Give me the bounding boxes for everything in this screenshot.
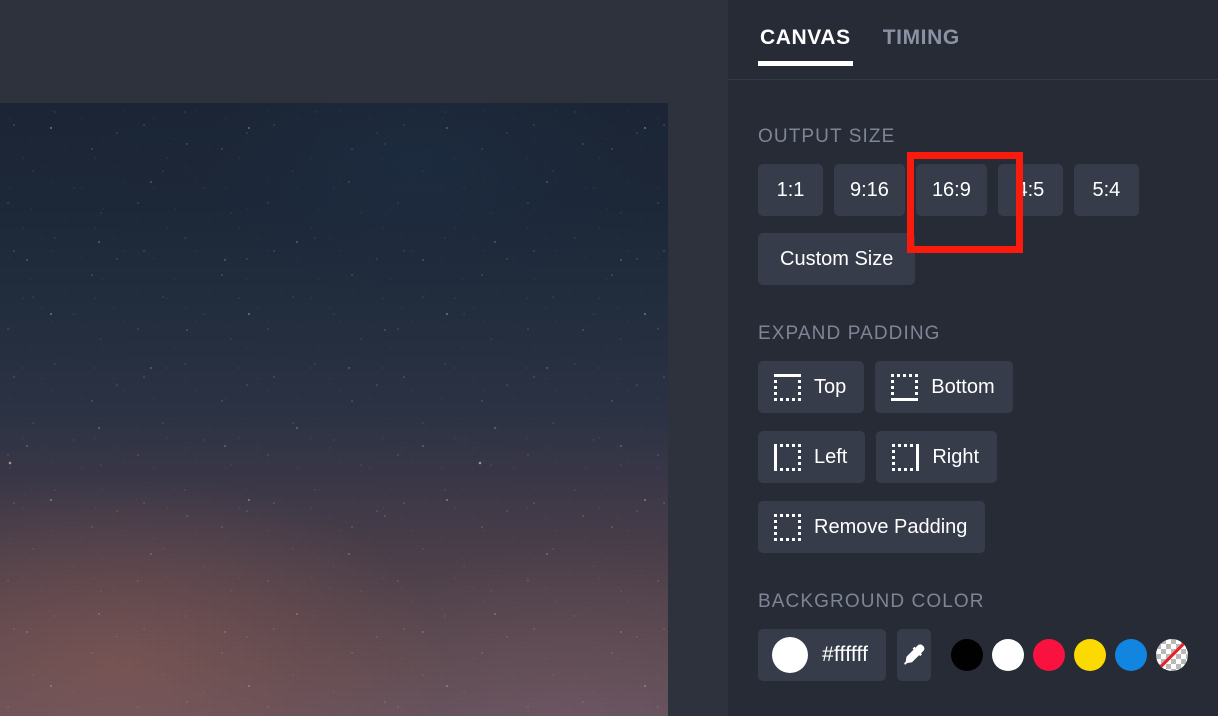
panel-tabs: CANVAS TIMING <box>728 0 1218 80</box>
padding-row-top-bottom: Top Bottom <box>758 361 1188 413</box>
photo-grain <box>0 103 668 716</box>
expand-padding-top-button[interactable]: Top <box>758 361 865 413</box>
custom-size-row: Custom Size <box>758 216 1188 285</box>
custom-size-button[interactable]: Custom Size <box>758 233 916 285</box>
color-swatch-blue[interactable] <box>1115 639 1147 671</box>
expand-padding-right-label: Right <box>932 445 980 468</box>
output-size-title: OUTPUT SIZE <box>758 126 896 147</box>
remove-padding-button[interactable]: Remove Padding <box>758 501 986 553</box>
tab-timing-label: TIMING <box>882 26 960 49</box>
padding-row-remove: Remove Padding <box>758 501 1188 553</box>
color-swatch-black[interactable] <box>951 639 983 671</box>
ratio-button-9-16[interactable]: 9:16 <box>834 164 905 216</box>
expand-padding-right-button[interactable]: Right <box>876 431 998 483</box>
current-color-swatch <box>772 637 808 673</box>
ratio-button-16-9[interactable]: 16:9 <box>915 164 987 216</box>
padding-top-icon <box>774 373 801 401</box>
expand-padding-bottom-button[interactable]: Bottom <box>875 361 1013 413</box>
image-editor-app: CANVAS TIMING OUTPUT SIZE 1:1 9:16 16:9 … <box>0 0 1218 716</box>
aspect-ratio-button-row: 1:1 9:16 16:9 4:5 5:4 <box>758 164 1188 216</box>
preview-image[interactable] <box>0 103 668 716</box>
eyedropper-button[interactable] <box>897 629 931 681</box>
color-swatch-white[interactable] <box>992 639 1024 671</box>
ratio-button-5-4[interactable]: 5:4 <box>1073 164 1139 216</box>
expand-padding-title: EXPAND PADDING <box>758 323 941 344</box>
ratio-button-1-1[interactable]: 1:1 <box>758 164 823 216</box>
tab-timing[interactable]: TIMING <box>881 26 962 72</box>
tab-canvas-label: CANVAS <box>760 26 851 49</box>
tab-canvas[interactable]: CANVAS <box>758 26 853 72</box>
padding-row-left-right: Left Right <box>758 431 1188 483</box>
expand-padding-top-label: Top <box>814 375 847 398</box>
color-swatch-red[interactable] <box>1033 639 1065 671</box>
expand-padding-left-button[interactable]: Left <box>758 431 866 483</box>
settings-panel: CANVAS TIMING OUTPUT SIZE 1:1 9:16 16:9 … <box>728 0 1218 716</box>
padding-right-icon <box>892 443 920 471</box>
padding-bottom-icon <box>891 373 919 401</box>
panel-body: OUTPUT SIZE 1:1 9:16 16:9 4:5 5:4 Custom… <box>728 126 1218 681</box>
padding-remove-icon <box>774 513 801 541</box>
background-color-row: #ffffff <box>758 629 1188 681</box>
color-swatch-yellow[interactable] <box>1074 639 1106 671</box>
color-swatch-list <box>951 639 1188 671</box>
padding-left-icon <box>774 443 801 471</box>
background-color-title: BACKGROUND COLOR <box>758 591 985 612</box>
background-hex-value: #ffffff <box>822 643 869 666</box>
expand-padding-bottom-label: Bottom <box>931 375 995 398</box>
remove-padding-label: Remove Padding <box>814 515 968 538</box>
expand-padding-left-label: Left <box>814 445 848 468</box>
eyedropper-icon <box>904 644 925 665</box>
color-swatch-transparent[interactable] <box>1156 639 1188 671</box>
canvas-preview-area[interactable] <box>0 0 728 716</box>
background-hex-field[interactable]: #ffffff <box>758 629 887 681</box>
ratio-button-4-5[interactable]: 4:5 <box>997 164 1063 216</box>
